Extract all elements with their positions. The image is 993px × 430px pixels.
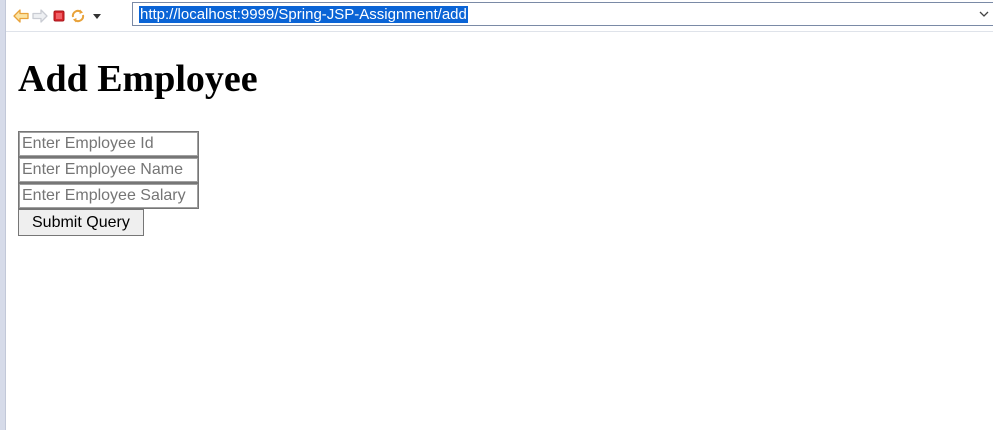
dropdown-caret-icon [93,14,101,19]
stop-button[interactable] [50,7,68,25]
forward-arrow-icon [32,9,48,23]
submit-button[interactable]: Submit Query [18,209,144,236]
add-employee-form: Submit Query [18,131,218,236]
navigation-buttons [12,6,107,26]
refresh-icon [71,9,85,23]
navigation-menu-button[interactable] [88,7,106,25]
employee-name-input[interactable] [18,157,199,183]
stop-icon [53,10,65,22]
employee-salary-input[interactable] [18,183,199,209]
forward-button[interactable] [31,7,49,25]
refresh-button[interactable] [69,7,87,25]
page-title: Add Employee [18,58,258,100]
back-arrow-icon [13,9,29,23]
address-bar[interactable]: http://localhost:9999/Spring-JSP-Assignm… [132,2,993,26]
chevron-down-icon[interactable] [978,8,990,20]
browser-toolbar: http://localhost:9999/Spring-JSP-Assignm… [6,0,993,32]
window-left-edge [0,0,6,430]
employee-id-input[interactable] [18,131,199,157]
address-url[interactable]: http://localhost:9999/Spring-JSP-Assignm… [139,6,468,23]
back-button[interactable] [12,7,30,25]
